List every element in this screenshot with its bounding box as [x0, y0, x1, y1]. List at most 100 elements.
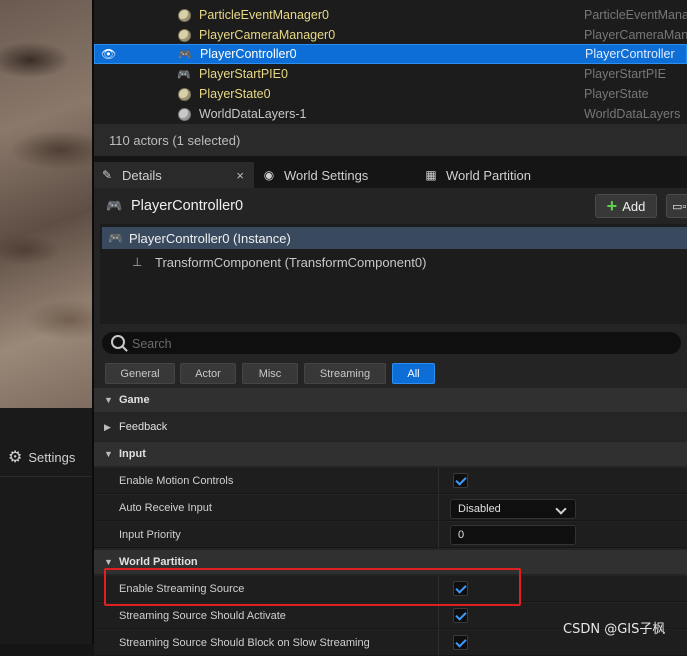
filter-misc[interactable]: Misc	[242, 363, 298, 384]
settings-label: Settings	[28, 449, 76, 465]
settings-tab[interactable]: ⚙ Settings	[0, 440, 92, 474]
chevron-down-icon: ▼	[104, 449, 113, 459]
actor-name: WorldDataLayers-1	[199, 107, 307, 121]
column-separator	[438, 522, 439, 548]
eye-icon[interactable]: 👁	[101, 47, 116, 61]
category-label: Game	[119, 394, 150, 406]
details-header: 🎮 PlayerController0 + Add ▭▫	[94, 188, 687, 224]
filter-streaming[interactable]: Streaming	[304, 363, 386, 384]
component-row[interactable]: ⊥ TransformComponent (TransformComponent…	[102, 251, 687, 273]
plus-icon: +	[606, 196, 618, 216]
property-label: Input Priority	[119, 529, 181, 541]
add-label: Add	[622, 198, 646, 214]
dropdown-value: Disabled	[458, 503, 501, 515]
outliner-row[interactable]: ParticleEventManager0 ParticleEventMana	[94, 5, 687, 25]
watermark: CSDN @GIS子枫	[563, 622, 666, 637]
outliner-row[interactable]: WorldDataLayers-1 WorldDataLayers	[94, 104, 687, 124]
actor-name: PlayerStartPIE0	[199, 67, 288, 81]
actor-name: ParticleEventManager0	[199, 8, 329, 22]
pencil-icon: ✎	[101, 168, 113, 182]
world-outliner: ParticleEventManager0 ParticleEventMana …	[94, 0, 687, 124]
outliner-status: 110 actors (1 selected)	[94, 124, 687, 156]
close-icon[interactable]: ×	[236, 168, 244, 183]
streaming-source-should-activate-checkbox[interactable]	[453, 608, 468, 623]
auto-receive-input-dropdown[interactable]: Disabled	[450, 499, 576, 519]
tab-label: World Partition	[446, 167, 532, 183]
tab-world-settings[interactable]: ◉ World Settings	[262, 162, 412, 188]
property-label: Streaming Source Should Activate	[119, 610, 286, 622]
actor-name: PlayerState0	[199, 87, 271, 101]
column-separator	[438, 495, 439, 521]
outliner-row[interactable]: PlayerCameraManager0 PlayerCameraMan	[94, 25, 687, 45]
property-label: Streaming Source Should Block on Slow St…	[119, 637, 370, 649]
field-value: 0	[458, 529, 465, 541]
category-label: Input	[119, 448, 146, 460]
category-feedback[interactable]: ▶ Feedback	[94, 415, 687, 439]
category-label: World Partition	[119, 556, 198, 568]
actor-type: PlayerCameraMan	[584, 28, 687, 42]
chevron-down-icon: ▼	[104, 557, 113, 567]
grid-icon: ▦	[425, 168, 437, 182]
component-name: TransformComponent (TransformComponent0)	[155, 254, 427, 270]
actor-type: ParticleEventMana	[584, 8, 687, 22]
tab-details[interactable]: ✎ Details ×	[94, 162, 254, 188]
category-game[interactable]: ▼ Game	[94, 388, 687, 412]
component-name: PlayerController0 (Instance)	[129, 230, 291, 246]
blueprint-button[interactable]: ▭▫	[666, 194, 687, 218]
add-component-button[interactable]: + Add	[595, 194, 657, 218]
property-label: Auto Receive Input	[119, 502, 212, 514]
column-separator	[438, 603, 439, 629]
annotation-highlight-box	[104, 568, 521, 606]
level-viewport[interactable]	[0, 0, 92, 408]
search-icon	[111, 335, 125, 349]
actor-type: WorldDataLayers	[584, 107, 681, 121]
outliner-row-selected[interactable]: 👁 🎮 PlayerController0 PlayerController	[94, 44, 687, 64]
streaming-source-should-block-checkbox[interactable]	[453, 635, 468, 650]
property-row: Auto Receive Input Disabled	[94, 495, 687, 521]
chevron-right-icon: ▶	[104, 421, 111, 432]
property-row: Input Priority 0	[94, 522, 687, 548]
gamepad-icon: 🎮	[108, 231, 123, 245]
filter-actor[interactable]: Actor	[180, 363, 236, 384]
gamepad-icon: 🎮	[178, 48, 192, 61]
tab-label: Details	[122, 167, 162, 183]
input-priority-field[interactable]: 0	[450, 525, 576, 545]
property-label: Enable Motion Controls	[119, 475, 234, 487]
tab-label: World Settings	[284, 167, 369, 183]
camera-manager-icon	[176, 28, 192, 42]
component-tree: 🎮 PlayerController0 (Instance) ⊥ Transfo…	[100, 224, 687, 324]
category-label: Feedback	[119, 421, 168, 433]
details-search	[102, 332, 681, 356]
gamepad-icon: 🎮	[106, 198, 123, 213]
details-title: PlayerController0	[131, 198, 244, 214]
gear-icon: ⚙	[8, 449, 23, 466]
column-separator	[438, 630, 439, 656]
filter-all[interactable]: All	[392, 363, 435, 384]
actor-icon	[176, 107, 192, 121]
outliner-row[interactable]: PlayerState0 PlayerState	[94, 84, 687, 104]
actor-icon	[176, 87, 192, 101]
chevron-down-icon: ▼	[104, 395, 113, 405]
panel-tabs: ✎ Details × ◉ World Settings ▦ World Par…	[94, 162, 687, 188]
globe-icon: ◉	[263, 168, 275, 182]
player-start-icon: 🎮	[177, 68, 191, 81]
enable-motion-controls-checkbox[interactable]	[453, 473, 468, 488]
blueprint-icon: ▭▫	[672, 200, 687, 213]
transform-icon: ⊥	[132, 255, 143, 269]
category-input[interactable]: ▼ Input	[94, 442, 687, 466]
search-input[interactable]	[130, 332, 674, 356]
actor-type: PlayerState	[584, 87, 649, 101]
actor-type: PlayerController	[585, 47, 675, 61]
chevron-down-icon	[555, 503, 567, 515]
outliner-row[interactable]: 🎮 PlayerStartPIE0 PlayerStartPIE	[94, 64, 687, 84]
filter-general[interactable]: General	[105, 363, 175, 384]
actor-type: PlayerStartPIE	[584, 67, 666, 81]
tab-world-partition[interactable]: ▦ World Partition	[424, 162, 574, 188]
property-row: Enable Motion Controls	[94, 468, 687, 494]
column-separator	[438, 468, 439, 494]
component-row-root[interactable]: 🎮 PlayerController0 (Instance)	[102, 227, 687, 249]
actor-name: PlayerController0	[200, 47, 297, 61]
divider	[0, 476, 92, 477]
actor-icon	[176, 8, 192, 22]
actor-name: PlayerCameraManager0	[199, 28, 336, 42]
